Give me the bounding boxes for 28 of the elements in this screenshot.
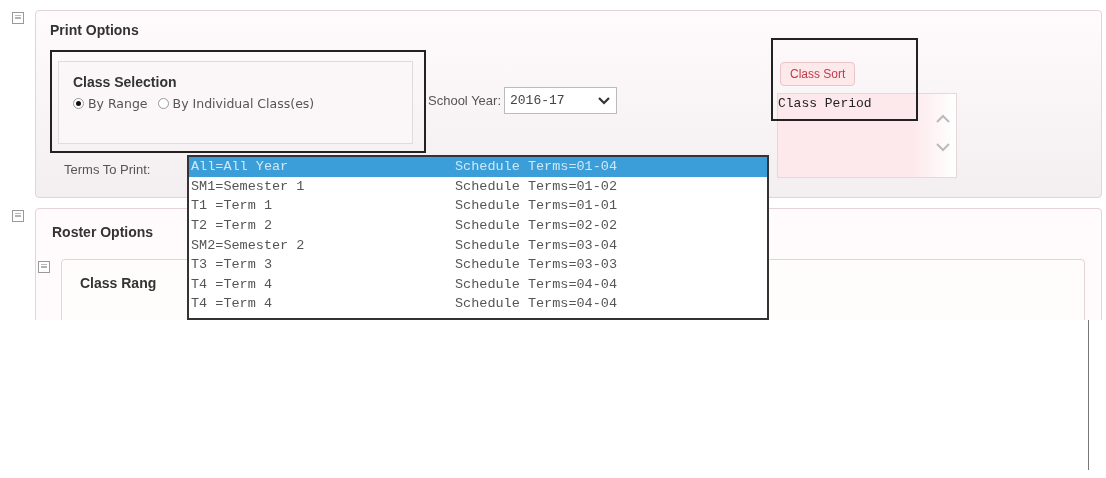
collapse-icon[interactable] <box>12 210 24 222</box>
class-sort-button[interactable]: Class Sort <box>780 62 856 86</box>
sort-list[interactable]: Class Period <box>777 93 957 178</box>
scroll-down-icon[interactable] <box>936 143 950 152</box>
radio-option[interactable]: By Individual Class(es) <box>157 96 315 111</box>
dropdown-option[interactable]: T1 =Term 1 Schedule Terms=01-01 <box>189 196 767 216</box>
dropdown-option[interactable]: SM1=Semester 1 Schedule Terms=01-02 <box>189 176 767 197</box>
chevron-down-icon[interactable] <box>598 96 610 105</box>
terms-dropdown-list[interactable] <box>187 155 769 320</box>
group-title: Class Selection <box>73 74 178 90</box>
dropdown-option[interactable]: T4 =Term 4 Schedule Terms=04-04 <box>189 294 767 314</box>
radio-icon[interactable] <box>157 98 169 109</box>
section-title: Print Options <box>50 22 139 38</box>
section-title: Roster Options <box>52 224 154 240</box>
dropdown-option[interactable]: T3 =Term 3 Schedule Terms=03-03 <box>189 254 767 275</box>
collapse-icon[interactable] <box>38 261 50 273</box>
radio-icon[interactable] <box>73 98 84 109</box>
dropdown-option[interactable]: T2 =Term 2 Schedule Terms=02-02 <box>189 215 767 236</box>
dropdown-option[interactable]: SM2=Semester 2 Schedule Terms=03-04 <box>189 235 767 255</box>
school-year-select[interactable]: 2016-17 <box>504 87 617 114</box>
radio-option[interactable]: By Range <box>73 96 148 111</box>
list-item[interactable]: Class Period <box>778 94 936 111</box>
dropdown-option[interactable]: T4 =Term 4 Schedule Terms=04-04 <box>189 274 767 295</box>
field-label: School Year: <box>428 93 501 108</box>
scroll-up-icon[interactable] <box>936 114 950 123</box>
collapse-icon[interactable] <box>12 12 24 24</box>
field-label: Terms To Print: <box>64 162 151 177</box>
section-title: Class Rang <box>80 275 157 291</box>
